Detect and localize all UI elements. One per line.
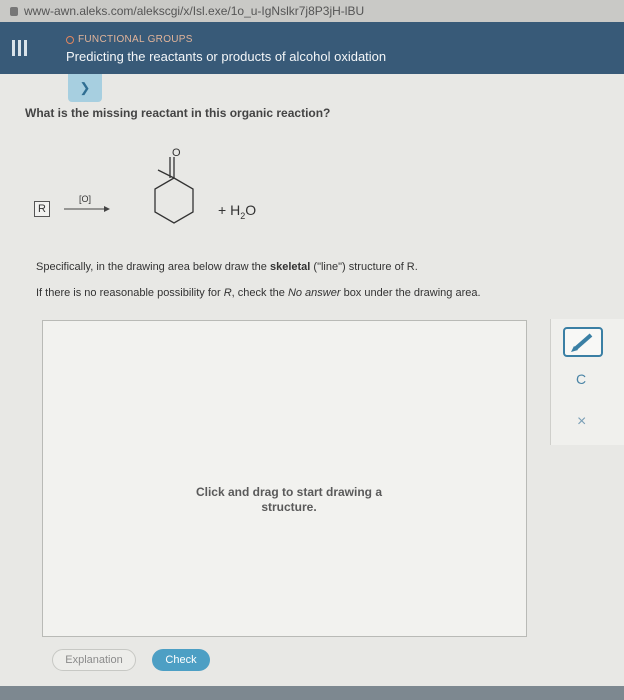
reaction-svg: O xyxy=(64,147,194,224)
topic-dot-icon xyxy=(66,35,74,44)
topic-text: FUNCTIONAL GROUPS xyxy=(78,34,193,45)
drawing-hint: Click and drag to start drawing a struct… xyxy=(195,485,383,514)
pencil-tool-button[interactable] xyxy=(563,327,603,357)
topic-label: FUNCTIONAL GROUPS xyxy=(66,34,193,45)
question-prompt: What is the missing reactant in this org… xyxy=(25,106,331,120)
collapse-button[interactable]: ❯ xyxy=(68,74,102,102)
lock-icon xyxy=(10,6,18,16)
instruction-line-2: If there is no reasonable possibility fo… xyxy=(36,287,481,299)
instruction-line-1: Specifically, in the drawing area below … xyxy=(36,261,418,273)
page-title: Predicting the reactants or products of … xyxy=(66,49,387,64)
undo-icon[interactable]: C xyxy=(576,371,586,387)
explanation-button[interactable]: Explanation xyxy=(52,649,136,671)
url-text: www-awn.aleks.com/alekscgi/x/Isl.exe/1o_… xyxy=(24,4,365,18)
reaction-scheme: R [O] O + H2O xyxy=(30,142,350,252)
main-content: ❯ What is the missing reactant in this o… xyxy=(0,74,624,686)
carbonyl-oxygen: O xyxy=(172,147,181,159)
browser-url-bar[interactable]: www-awn.aleks.com/alekscgi/x/Isl.exe/1o_… xyxy=(0,0,624,22)
drawing-canvas[interactable]: Click and drag to start drawing a struct… xyxy=(42,320,527,637)
cyclohexanone-structure xyxy=(154,157,194,224)
bottom-bar xyxy=(0,686,624,700)
drawing-toolbar: C × xyxy=(550,319,624,445)
clear-icon[interactable]: × xyxy=(577,413,586,431)
chevron-down-icon: ❯ xyxy=(79,80,91,95)
header: FUNCTIONAL GROUPS Predicting the reactan… xyxy=(0,22,624,74)
pencil-icon xyxy=(571,333,593,352)
check-button[interactable]: Check xyxy=(152,649,210,671)
menu-icon[interactable] xyxy=(6,36,32,60)
reaction-arrow-head xyxy=(104,206,110,212)
water-product: + H2O xyxy=(218,202,257,221)
